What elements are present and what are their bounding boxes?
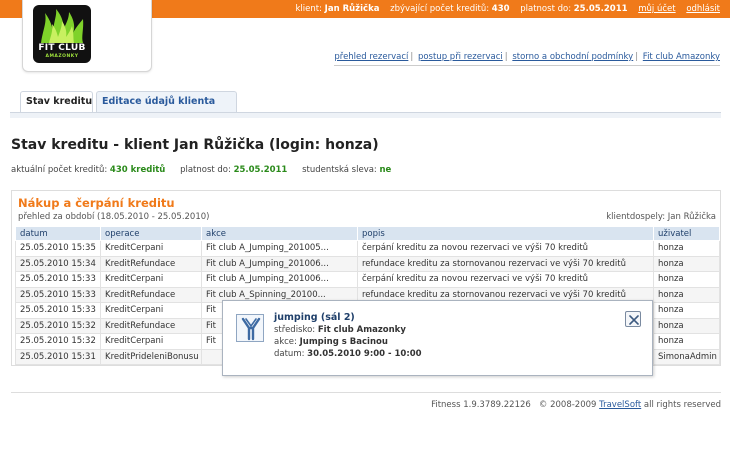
client-label: klient:: [295, 4, 322, 14]
validity-label: platnost do:: [520, 4, 572, 14]
popup-action-line: akce: Jumping s Bacinou: [274, 336, 422, 348]
fit-club-logo[interactable]: FIT CLUB AMAZONKY: [33, 5, 91, 63]
popup-center-line: středisko: Fit club Amazonky: [274, 324, 422, 336]
table-cell: KreditCerpani: [100, 271, 202, 288]
link-separator: |: [635, 52, 639, 62]
table-cell: 25.05.2010 15:33: [15, 286, 101, 303]
travelsoft-link[interactable]: TravelSoft: [599, 400, 641, 410]
event-tooltip-popup: jumping (sál 2) středisko: Fit club Amaz…: [222, 300, 653, 376]
table-cell: 25.05.2010 15:35: [15, 240, 101, 257]
column-header[interactable]: operace: [100, 226, 202, 241]
reservation-procedure-link[interactable]: postup při rezervaci: [418, 52, 503, 62]
current-credits-label: aktuální počet kreditů:: [11, 165, 108, 175]
logo-box: FIT CLUB AMAZONKY: [22, 0, 152, 72]
remaining-credits-label: zbývající počet kreditů:: [390, 4, 490, 14]
link-separator: |: [504, 52, 508, 62]
table-cell: KreditPrideleniBonusu: [100, 348, 202, 365]
validity-value: 25.05.2011: [233, 165, 288, 175]
table-cell: honza: [653, 255, 720, 272]
close-icon[interactable]: [625, 311, 641, 327]
table-row[interactable]: 25.05.2010 15:33 KreditCerpani Fit club A_…: [15, 271, 720, 288]
table-row[interactable]: 25.05.2010 15:35 KreditCerpani Fit club A_…: [15, 240, 720, 257]
center-label: středisko:: [274, 325, 316, 335]
popup-text: jumping (sál 2) středisko: Fit club Amaz…: [274, 312, 422, 360]
logo-text-main: FIT CLUB: [38, 43, 86, 53]
column-header[interactable]: datum: [15, 226, 101, 241]
table-row[interactable]: 25.05.2010 15:34 KreditRefundace Fit club …: [15, 255, 720, 272]
table-cell: Fit club A_Jumping_201006...: [201, 255, 358, 272]
center-value: Fit club Amazonky: [317, 325, 406, 335]
tab-credit-status[interactable]: Stav kreditu: [20, 91, 93, 113]
table-cell: honza: [653, 333, 720, 350]
action-label: akce:: [274, 337, 297, 347]
client-name: Jan Růžička: [324, 4, 380, 14]
my-account-link[interactable]: můj účet: [638, 4, 675, 14]
table-cell: refundace kreditu za stornovanou rezerva…: [357, 255, 654, 272]
table-cell: SimonaAdmin: [653, 348, 720, 365]
top-links: přehled rezervací | postup při rezervaci |…: [334, 52, 720, 66]
column-header[interactable]: uživatel: [653, 226, 720, 241]
period-label: přehled za období (18.05.2010 - 25.05.20…: [18, 212, 210, 222]
table-cell: 25.05.2010 15:33: [15, 271, 101, 288]
table-cell: KreditCerpani: [100, 302, 202, 319]
footer-divider: [11, 392, 721, 393]
page-title: Stav kreditu - klient Jan Růžička (login…: [11, 137, 379, 153]
table-cell: KreditCerpani: [100, 333, 202, 350]
table-cell: čerpání kreditu za novou rezervaci ve vý…: [357, 240, 654, 257]
tab-underline: [10, 112, 721, 118]
panel-title: Nákup a čerpání kreditu: [18, 196, 175, 210]
reservations-overview-link[interactable]: přehled rezervací: [334, 52, 408, 62]
credit-summary: aktuální počet kreditů: 430 kreditů plat…: [11, 165, 391, 175]
column-header[interactable]: akce: [201, 226, 358, 241]
popup-date-line: datum: 30.05.2010 9:00 - 10:00: [274, 348, 422, 360]
table-cell: honza: [653, 286, 720, 303]
table-cell: Fit club A_Jumping_201006...: [201, 271, 358, 288]
logout-link[interactable]: odhlásit: [686, 4, 720, 14]
client-type-label: klientdospely: Jan Růžička: [606, 212, 716, 222]
validity-value: 25.05.2011: [573, 4, 628, 14]
table-cell: 25.05.2010 15:32: [15, 333, 101, 350]
table-cell: 25.05.2010 15:34: [15, 255, 101, 272]
link-separator: |: [410, 52, 414, 62]
flame-icon: [41, 9, 84, 43]
rights-text: all rights reserved: [643, 400, 721, 410]
copyright-text: © 2008-2009: [538, 400, 597, 410]
student-discount-label: studentská sleva:: [302, 165, 377, 175]
table-cell: honza: [653, 240, 720, 257]
remaining-credits-value: 430: [491, 4, 510, 14]
version-text: Fitness 1.9.3789.22126: [431, 400, 531, 410]
date-value: 30.05.2010 9:00 - 10:00: [307, 349, 422, 359]
table-cell: Fit club A_Jumping_201005...: [201, 240, 358, 257]
validity-label: platnost do:: [180, 165, 231, 175]
top-bar-info: klient: Jan Růžička zbývající počet kred…: [296, 4, 721, 14]
table-cell: 25.05.2010 15:32: [15, 317, 101, 334]
action-value: Jumping s Bacinou: [299, 337, 388, 347]
table-cell: KreditCerpani: [100, 240, 202, 257]
jumping-icon: [236, 314, 264, 342]
table-cell: 25.05.2010 15:31: [15, 348, 101, 365]
table-cell: honza: [653, 271, 720, 288]
current-credits-value: 430 kreditů: [109, 165, 166, 175]
table-cell: KreditRefundace: [100, 255, 202, 272]
table-cell: honza: [653, 317, 720, 334]
terms-conditions-link[interactable]: storno a obchodní podmínky: [512, 52, 633, 62]
table-cell: KreditRefundace: [100, 286, 202, 303]
table-header-row: datum operace akce popis uživatel: [15, 226, 720, 241]
popup-title: jumping (sál 2): [274, 312, 355, 323]
column-header[interactable]: popis: [357, 226, 654, 241]
student-discount-value: ne: [379, 165, 392, 175]
table-cell: čerpání kreditu za novou rezervaci ve vý…: [357, 271, 654, 288]
tab-edit-client[interactable]: Editace údajů klienta: [96, 91, 237, 113]
date-label: datum:: [274, 349, 305, 359]
fit-club-link[interactable]: Fit club Amazonky: [643, 52, 720, 62]
table-cell: honza: [653, 302, 720, 319]
table-cell: KreditRefundace: [100, 317, 202, 334]
logo-text-sub: AMAZONKY: [45, 54, 79, 59]
footer: Fitness 1.9.3789.22126 © 2008-2009 Trave…: [431, 400, 721, 410]
table-cell: 25.05.2010 15:33: [15, 302, 101, 319]
